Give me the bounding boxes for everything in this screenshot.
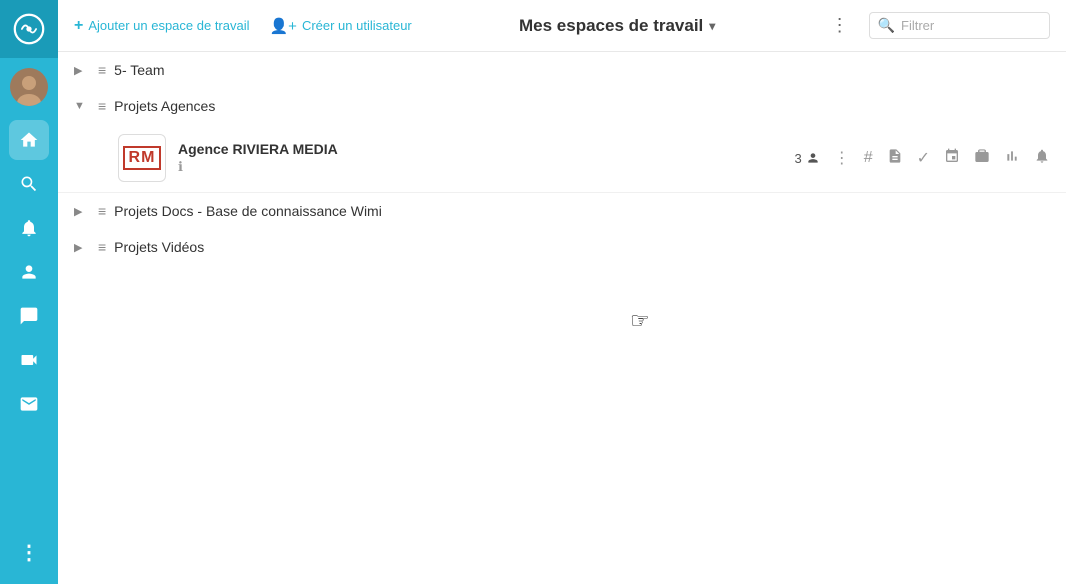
sidebar-item-mail[interactable] <box>9 384 49 424</box>
plus-icon: + <box>74 17 83 35</box>
workspace-row-projets-videos[interactable]: ▶ ≡ Projets Vidéos <box>58 229 1066 265</box>
title-chevron-icon[interactable]: ▾ <box>709 19 715 33</box>
briefcase-icon[interactable] <box>974 148 990 169</box>
workspace-row-team[interactable]: ▶ ≡ 5- Team <box>58 52 1066 88</box>
topbar: + Ajouter un espace de travail 👤+ Créer … <box>58 0 1066 52</box>
sidebar-item-video[interactable] <box>9 340 49 380</box>
sidebar-item-more[interactable]: ⋮ <box>9 532 49 572</box>
project-info: Agence RIVIERA MEDIA ℹ <box>178 141 782 175</box>
list-icon: ≡ <box>98 203 106 219</box>
search-box: 🔍 <box>869 12 1050 39</box>
chevron-right-icon: ▶ <box>74 64 90 77</box>
sidebar-item-contacts[interactable] <box>9 252 49 292</box>
chart-icon[interactable] <box>1004 148 1020 169</box>
content-area: ▶ ≡ 5- Team ▼ ≡ Projets Agences RM Agenc… <box>58 52 1066 584</box>
sidebar-item-notifications[interactable] <box>9 208 49 248</box>
calendar-icon[interactable] <box>944 148 960 169</box>
info-icon[interactable]: ℹ <box>178 159 782 175</box>
project-logo: RM <box>118 134 166 182</box>
main-area: + Ajouter un espace de travail 👤+ Créer … <box>58 0 1066 584</box>
sidebar-item-messages[interactable] <box>9 296 49 336</box>
list-icon: ≡ <box>98 62 106 78</box>
search-icon: 🔍 <box>878 17 895 34</box>
user-plus-icon: 👤+ <box>270 17 297 35</box>
chevron-right-icon: ▶ <box>74 205 90 218</box>
file-icon[interactable] <box>887 148 903 169</box>
project-item-riviera: RM Agence RIVIERA MEDIA ℹ 3 ⋮ # ✓ <box>58 124 1066 193</box>
user-avatar[interactable] <box>10 68 48 106</box>
topbar-more-button[interactable]: ⋮ <box>823 11 857 40</box>
workspace-row-projets-agences[interactable]: ▼ ≡ Projets Agences <box>58 88 1066 124</box>
chevron-down-icon: ▼ <box>74 100 90 112</box>
hashtag-icon[interactable]: # <box>864 149 873 167</box>
create-user-button[interactable]: 👤+ Créer un utilisateur <box>270 17 412 35</box>
sidebar-item-home[interactable] <box>9 120 49 160</box>
list-icon: ≡ <box>98 98 106 114</box>
bell-icon[interactable] <box>1034 148 1050 169</box>
project-actions: 3 ⋮ # ✓ <box>794 148 1050 169</box>
workspace-row-projets-docs[interactable]: ▶ ≡ Projets Docs - Base de connaissance … <box>58 193 1066 229</box>
list-icon: ≡ <box>98 239 106 255</box>
member-count: 3 <box>794 151 819 166</box>
app-logo[interactable] <box>0 0 58 58</box>
sidebar: ⋮ <box>0 0 58 584</box>
sidebar-nav <box>9 116 49 532</box>
chevron-right-icon: ▶ <box>74 241 90 254</box>
more-options-icon[interactable]: ⋮ <box>834 148 850 168</box>
topbar-title: Mes espaces de travail ▾ <box>424 16 811 36</box>
sidebar-item-search[interactable] <box>9 164 49 204</box>
add-workspace-button[interactable]: + Ajouter un espace de travail <box>74 17 250 35</box>
check-icon[interactable]: ✓ <box>917 148 930 168</box>
search-input[interactable] <box>901 18 1041 33</box>
